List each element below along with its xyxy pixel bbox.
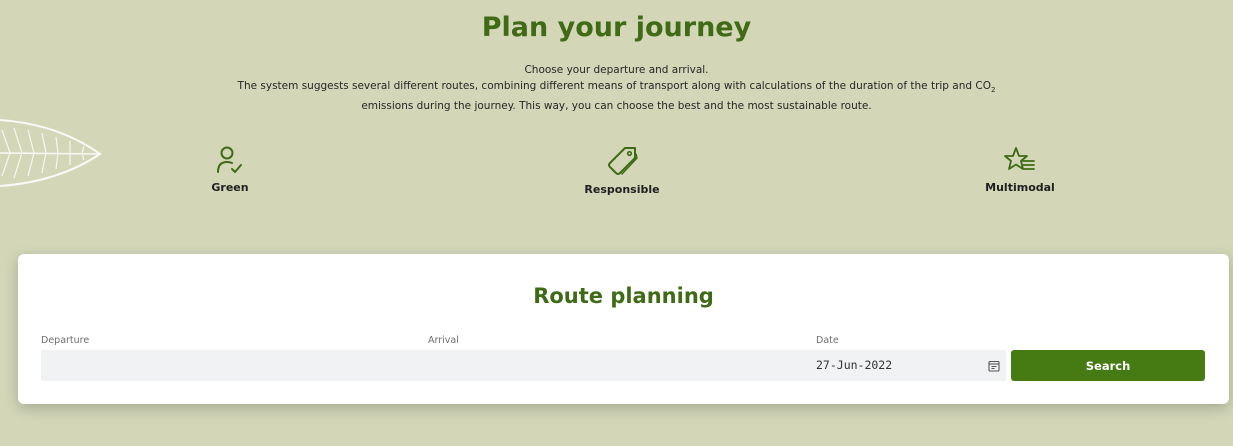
intro-line-2-text: The system suggests several different ro…: [237, 80, 991, 92]
user-check-icon: [217, 146, 242, 173]
arrival-label: Arrival: [428, 335, 459, 346]
intro-line-2: The system suggests several different ro…: [180, 78, 1053, 98]
feature-green: Green: [140, 145, 320, 194]
intro-line-3: emissions during the journey. This way, …: [361, 100, 872, 113]
intro-line-1: Choose your departure and arrival.: [524, 64, 709, 76]
date-field[interactable]: 27-Jun-2022: [816, 350, 1006, 381]
calendar-icon[interactable]: [988, 360, 1000, 372]
arrival-input[interactable]: [428, 350, 818, 381]
departure-field: [41, 350, 431, 381]
feature-multimodal: Multimodal: [930, 145, 1110, 194]
star-list-icon: [1004, 147, 1035, 170]
feature-label-green: Green: [211, 181, 249, 194]
tag-icon: [608, 147, 638, 175]
departure-label: Departure: [41, 335, 90, 346]
search-button[interactable]: Search: [1011, 350, 1205, 381]
route-planning-title: Route planning: [533, 284, 714, 308]
date-value: 27-Jun-2022: [816, 358, 893, 372]
page-title: Plan your journey: [481, 12, 752, 43]
arrival-field: [428, 350, 818, 381]
feature-responsible: Responsible: [532, 145, 712, 196]
co2-subscript: 2: [991, 86, 996, 95]
departure-input[interactable]: [41, 350, 431, 381]
feature-label-multimodal: Multimodal: [985, 181, 1055, 194]
leaf-decoration-icon: [0, 119, 102, 187]
intro-text: Choose your departure and arrival. The s…: [180, 62, 1053, 114]
route-planning-card: Route planning Departure Arrival Date 27…: [18, 254, 1229, 404]
feature-label-responsible: Responsible: [584, 183, 660, 196]
date-label: Date: [816, 335, 839, 346]
